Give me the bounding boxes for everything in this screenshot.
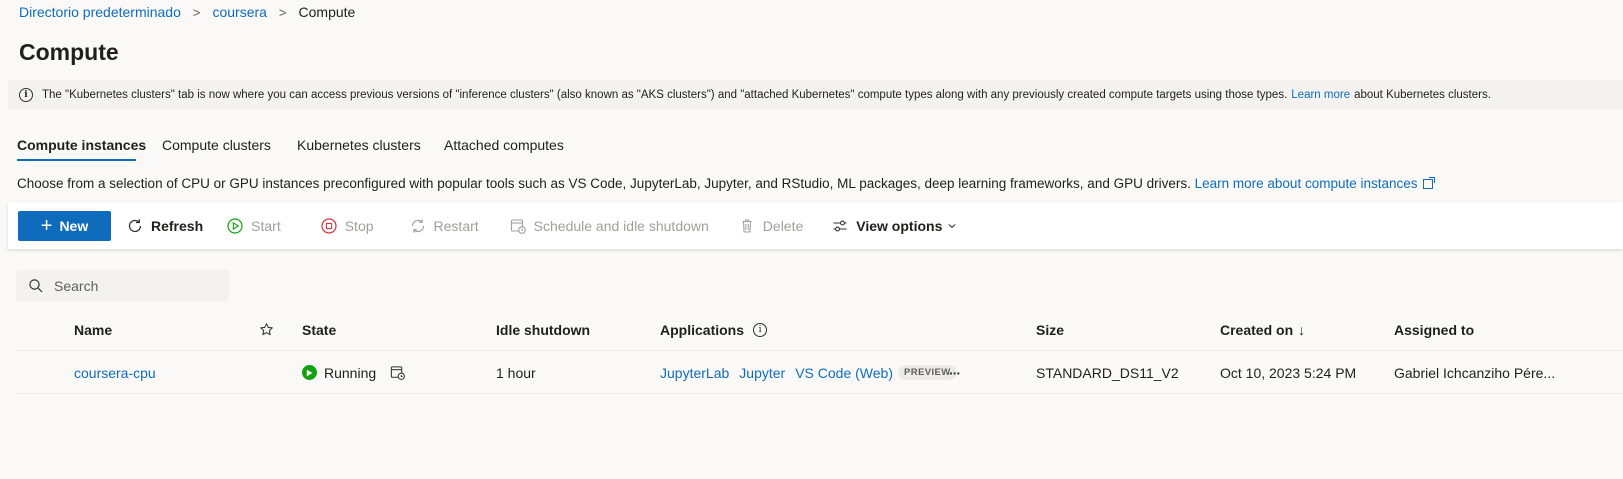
delete-label: Delete: [762, 217, 804, 234]
created-on-value: Oct 10, 2023 5:24 PM: [1220, 364, 1357, 381]
assigned-to-value: Gabriel Ichcanziho Pére...: [1394, 364, 1556, 381]
column-header-assigned-to[interactable]: Assigned to: [1394, 308, 1474, 351]
column-header-applications-label: Applications: [660, 321, 745, 338]
compute-instances-table: Name State Idle shutdown Applications i …: [16, 308, 1623, 394]
description-text: Choose from a selection of CPU or GPU in…: [17, 176, 1191, 191]
compute-tabs: Compute instances Compute clusters Kuber…: [17, 128, 584, 161]
external-link-icon: [1422, 177, 1435, 189]
schedule-idle-shutdown-label: Schedule and idle shutdown: [533, 217, 709, 234]
info-icon[interactable]: i: [753, 322, 768, 337]
learn-more-kubernetes-link[interactable]: Learn more: [1291, 89, 1350, 101]
new-button-label: New: [59, 217, 89, 234]
table-header: Name State Idle shutdown Applications i …: [16, 308, 1623, 351]
sliders-icon: [830, 216, 850, 236]
vscode-web-link[interactable]: VS Code (Web): [795, 365, 893, 381]
applications-cell: JupyterLab Jupyter VS Code (Web) PREVIEW: [660, 351, 957, 394]
more-apps-button[interactable]: ···: [949, 351, 961, 394]
schedule-idle-shutdown-button[interactable]: Schedule and idle shutdown: [508, 211, 709, 241]
breadcrumb-workspace-link[interactable]: coursera: [212, 4, 266, 20]
tab-kubernetes-clusters[interactable]: Kubernetes clusters: [297, 128, 444, 161]
info-message-text: The "Kubernetes clusters" tab is now whe…: [42, 89, 1288, 101]
refresh-label: Refresh: [151, 217, 204, 234]
sort-descending-icon: ↓: [1298, 321, 1306, 338]
page-title: Compute: [19, 39, 119, 65]
column-header-applications[interactable]: Applications i: [660, 308, 768, 351]
learn-more-compute-instances-label: Learn more about compute instances: [1194, 176, 1418, 191]
refresh-button[interactable]: Refresh: [125, 211, 203, 241]
restart-label: Restart: [433, 217, 479, 234]
favorite-column-header[interactable]: [259, 308, 274, 351]
column-header-idle-shutdown[interactable]: Idle shutdown: [496, 308, 590, 351]
running-status-icon: [302, 365, 317, 380]
breadcrumb-current: Compute: [298, 4, 356, 20]
column-header-created-on-label: Created on: [1220, 321, 1294, 338]
new-button[interactable]: + New: [18, 210, 111, 241]
column-header-created-on[interactable]: Created on ↓: [1220, 308, 1305, 351]
compute-instance-name-link[interactable]: coursera-cpu: [74, 365, 156, 381]
search-input[interactable]: [54, 277, 214, 294]
idle-shutdown-value: 1 hour: [496, 364, 536, 381]
learn-more-compute-instances-link[interactable]: Learn more about compute instances: [1194, 176, 1435, 191]
star-icon: [259, 322, 274, 337]
breadcrumb-separator: >: [278, 4, 287, 20]
info-message-suffix: about Kubernetes clusters.: [1354, 89, 1491, 101]
command-bar: + New Refresh Start Stop Restart Schedul…: [8, 202, 1623, 249]
breadcrumb-directory-link[interactable]: Directorio predeterminado: [19, 4, 181, 20]
size-value: STANDARD_DS11_V2: [1036, 364, 1179, 381]
tab-compute-instances[interactable]: Compute instances: [17, 128, 162, 161]
column-header-state[interactable]: State: [302, 308, 336, 351]
stop-label: Stop: [344, 217, 374, 234]
jupyterlab-link[interactable]: JupyterLab: [660, 365, 729, 381]
search-box: [16, 270, 229, 301]
tab-description: Choose from a selection of CPU or GPU in…: [17, 176, 1435, 191]
stop-button[interactable]: Stop: [319, 211, 374, 241]
delete-button[interactable]: Delete: [737, 211, 803, 241]
play-circle-icon: [225, 216, 245, 236]
tab-attached-computes[interactable]: Attached computes: [444, 128, 584, 161]
calendar-clock-icon: [508, 216, 528, 236]
start-button[interactable]: Start: [225, 211, 281, 241]
column-header-size[interactable]: Size: [1036, 308, 1064, 351]
jupyter-link[interactable]: Jupyter: [739, 365, 785, 381]
state-cell: Running: [302, 351, 406, 394]
stop-circle-icon: [319, 216, 339, 236]
schedule-icon[interactable]: [389, 364, 406, 381]
preview-badge: PREVIEW: [897, 365, 957, 380]
info-message-bar: i The "Kubernetes clusters" tab is now w…: [8, 80, 1623, 110]
info-icon: i: [19, 88, 33, 102]
table-row[interactable]: coursera-cpu Running 1 hour JupyterLab J…: [16, 351, 1623, 394]
column-header-name[interactable]: Name: [74, 308, 112, 351]
tab-compute-clusters[interactable]: Compute clusters: [162, 128, 297, 161]
view-options-label: View options: [856, 217, 943, 234]
state-label: Running: [324, 364, 377, 381]
start-label: Start: [251, 217, 281, 234]
restart-icon: [408, 216, 428, 236]
view-options-button[interactable]: View options: [830, 211, 957, 241]
restart-button[interactable]: Restart: [408, 211, 479, 241]
trash-icon: [737, 216, 757, 236]
search-icon: [28, 278, 44, 294]
refresh-icon: [125, 216, 145, 236]
chevron-down-icon: [947, 221, 957, 231]
breadcrumb: Directorio predeterminado > coursera > C…: [19, 3, 355, 21]
breadcrumb-separator: >: [192, 4, 201, 20]
plus-icon: +: [40, 214, 53, 237]
